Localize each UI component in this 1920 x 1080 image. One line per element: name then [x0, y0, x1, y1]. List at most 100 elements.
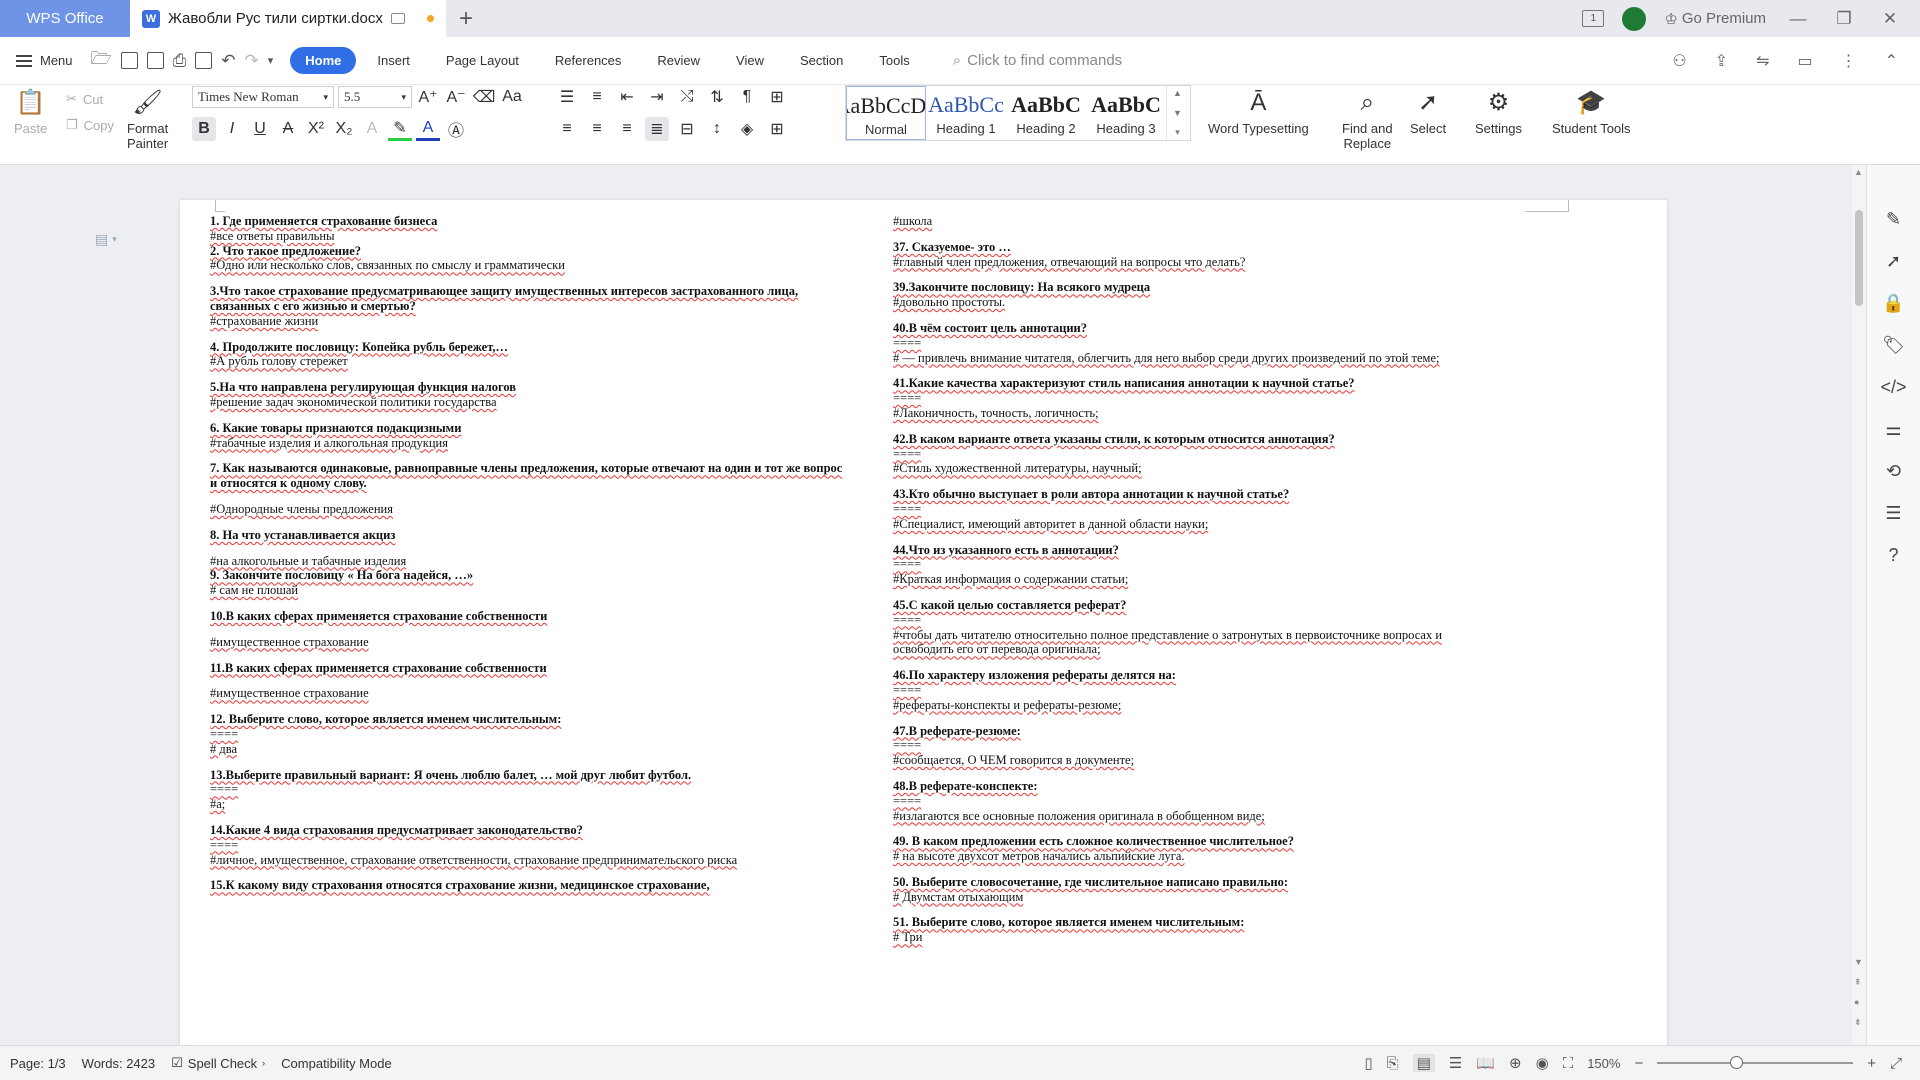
- zoom-slider[interactable]: [1657, 1056, 1854, 1069]
- tab-view[interactable]: View: [721, 47, 779, 74]
- monitor-icon[interactable]: [390, 13, 405, 24]
- print-layout-icon[interactable]: ▤: [1412, 1054, 1435, 1072]
- strikethrough-icon[interactable]: A: [276, 117, 300, 141]
- sync-icon[interactable]: ⇋: [1756, 51, 1769, 71]
- sort-icon[interactable]: ⇅: [705, 85, 729, 109]
- tab-references[interactable]: References: [540, 47, 636, 74]
- word-typesetting-button[interactable]: Ā Word Typesetting: [1208, 87, 1309, 136]
- style-heading-2[interactable]: AaBbC Heading 2: [1006, 86, 1086, 140]
- document-workspace[interactable]: ▤ ▾ 1. Где применяется страхование бизне…: [0, 165, 1852, 1045]
- decrease-indent-icon[interactable]: ⇤: [615, 85, 639, 109]
- help-icon[interactable]: ?: [1882, 543, 1906, 567]
- text-direction-icon[interactable]: ⤭: [675, 85, 699, 109]
- bullet-list-icon[interactable]: ☰: [555, 85, 579, 109]
- open-folder-icon[interactable]: 🗁: [91, 46, 112, 75]
- paste-button[interactable]: 📋 Paste: [14, 87, 47, 136]
- tab-stops-icon[interactable]: ⊞: [765, 85, 789, 109]
- highlight-icon[interactable]: ✎: [388, 117, 412, 141]
- text-effect-icon[interactable]: A: [360, 117, 384, 141]
- tab-insert[interactable]: Insert: [362, 47, 425, 74]
- more-styles-icon[interactable]: ▾: [1175, 127, 1180, 138]
- style-heading-3[interactable]: AaBbC Heading 3: [1086, 86, 1166, 140]
- find-replace-button[interactable]: ⌕ Find and Replace: [1342, 87, 1393, 151]
- italic-icon[interactable]: I: [220, 117, 244, 141]
- outline-view-icon[interactable]: ☰: [1449, 1054, 1462, 1072]
- copy-button[interactable]: ❐ Copy: [66, 117, 114, 133]
- minimize-icon[interactable]: —: [1784, 9, 1812, 29]
- style-normal[interactable]: AaBbCcDd Normal: [846, 86, 926, 140]
- adjust-sliders-icon[interactable]: ⚌: [1882, 417, 1906, 441]
- character-border-icon[interactable]: Ⓐ: [444, 117, 468, 141]
- select-browse-icon[interactable]: ●: [1854, 997, 1859, 1007]
- navigation-pane-icon[interactable]: ▤ ▾: [95, 231, 117, 248]
- zoom-level[interactable]: 150%: [1587, 1056, 1620, 1071]
- eye-protection-icon[interactable]: ◉: [1536, 1054, 1549, 1072]
- distributed-icon[interactable]: ⊟: [675, 117, 699, 141]
- numbered-list-icon[interactable]: ≡: [585, 85, 609, 109]
- scroll-thumb[interactable]: [1855, 210, 1863, 306]
- clear-format-icon[interactable]: ⌫: [472, 85, 496, 109]
- locate-icon[interactable]: ⎘: [1387, 1055, 1399, 1072]
- pilcrow-icon[interactable]: ¶: [735, 85, 759, 109]
- menu-button[interactable]: Menu: [16, 53, 73, 68]
- edit-pen-icon[interactable]: ✎: [1882, 207, 1906, 231]
- document-tab[interactable]: W Жавобли Рус тили сиртки.docx: [130, 0, 446, 37]
- format-painter-button[interactable]: 🖌 Format Painter: [127, 87, 168, 151]
- close-icon[interactable]: ✕: [1876, 9, 1904, 29]
- shading-icon[interactable]: ◈: [735, 117, 759, 141]
- web-layout-icon[interactable]: ⊕: [1509, 1054, 1522, 1072]
- pointer-icon[interactable]: ➚: [1882, 249, 1906, 273]
- cut-button[interactable]: ✂ Cut: [66, 91, 114, 107]
- bold-icon[interactable]: B: [192, 117, 216, 141]
- underline-icon[interactable]: U: [248, 117, 272, 141]
- spell-check-button[interactable]: ☑ Spell Check ›: [171, 1055, 265, 1071]
- styles-scroll[interactable]: ▲ ▼ ▾: [1166, 86, 1188, 140]
- lock-icon[interactable]: 🔒: [1882, 291, 1906, 315]
- command-search[interactable]: ⌕ Click to find commands: [953, 52, 1122, 69]
- new-tab-button[interactable]: +: [446, 0, 486, 37]
- document-page[interactable]: 1. Где применяется страхование бизнеса #в…: [180, 200, 1667, 1045]
- zoom-in-icon[interactable]: +: [1867, 1055, 1876, 1072]
- customize-chevron-icon[interactable]: ▾: [268, 54, 274, 67]
- fit-page-icon[interactable]: ⛶: [1563, 1055, 1574, 1072]
- select-button[interactable]: ➚ Select: [1410, 87, 1446, 136]
- font-color-icon[interactable]: A: [416, 117, 440, 141]
- tab-list-icon[interactable]: 1: [1582, 10, 1605, 27]
- superscript-icon[interactable]: X²: [304, 117, 328, 141]
- chevron-up-icon[interactable]: ▲: [1173, 88, 1182, 98]
- font-size-select[interactable]: 5.5 ▾: [338, 86, 412, 108]
- increase-font-icon[interactable]: A⁺: [416, 85, 440, 109]
- comment-icon[interactable]: ▭: [1797, 51, 1812, 71]
- redo-icon[interactable]: ↷: [244, 51, 258, 71]
- line-spacing-icon[interactable]: ↕: [705, 117, 729, 141]
- scroll-down-icon[interactable]: ▼: [1854, 957, 1863, 967]
- align-left-icon[interactable]: ≡: [555, 117, 579, 141]
- student-tools-button[interactable]: 🎓 Student Tools: [1552, 87, 1631, 136]
- change-case-icon[interactable]: Aa: [500, 85, 524, 109]
- undo-icon[interactable]: ↶: [221, 51, 235, 71]
- zoom-out-icon[interactable]: −: [1634, 1055, 1643, 1072]
- tab-review[interactable]: Review: [642, 47, 715, 74]
- increase-indent-icon[interactable]: ⇥: [645, 85, 669, 109]
- vertical-scrollbar[interactable]: ▲ ▼ ⇞ ● ⇟: [1852, 165, 1866, 1045]
- scroll-up-icon[interactable]: ▲: [1854, 167, 1863, 177]
- list-icon[interactable]: ☰: [1882, 501, 1906, 525]
- style-heading-1[interactable]: AaBbCc Heading 1: [926, 86, 1006, 140]
- prev-page-icon[interactable]: ⇞: [1854, 977, 1862, 988]
- next-page-icon[interactable]: ⇟: [1854, 1017, 1862, 1028]
- collaborate-icon[interactable]: ⚇: [1672, 51, 1686, 71]
- settings-button[interactable]: ⚙ Settings: [1475, 87, 1522, 136]
- align-right-icon[interactable]: ≡: [615, 117, 639, 141]
- go-premium-button[interactable]: ♔ Go Premium: [1664, 10, 1766, 28]
- justify-icon[interactable]: ≣: [645, 117, 669, 141]
- tab-home[interactable]: Home: [290, 47, 357, 74]
- export-pdf-icon[interactable]: [146, 52, 164, 69]
- print-preview-icon[interactable]: [195, 52, 213, 69]
- zoom-slider-knob[interactable]: [1729, 1056, 1743, 1069]
- reading-mode-icon[interactable]: 📖: [1476, 1054, 1495, 1072]
- header-footer-icon[interactable]: ▯: [1364, 1054, 1372, 1072]
- user-avatar[interactable]: [1622, 6, 1647, 31]
- restore-icon[interactable]: ❐: [1830, 9, 1858, 29]
- code-icon[interactable]: </>: [1880, 375, 1906, 399]
- more-icon[interactable]: ⋮: [1841, 51, 1857, 71]
